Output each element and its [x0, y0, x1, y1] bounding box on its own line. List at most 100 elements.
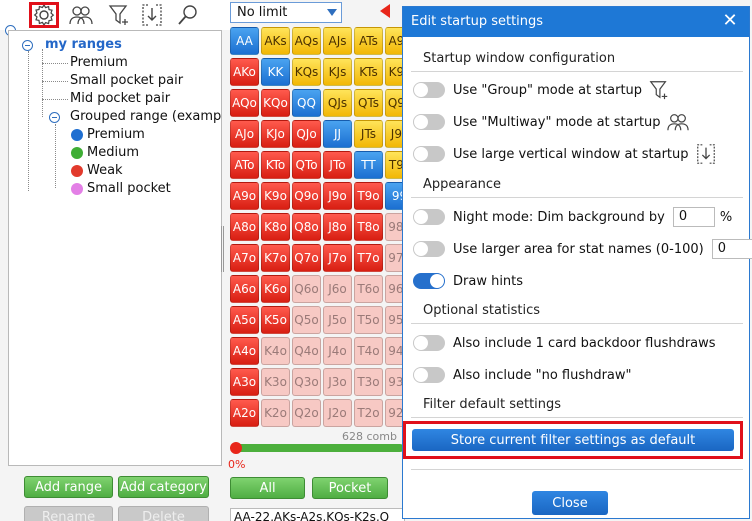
hand-cell[interactable]: Q2o	[292, 399, 321, 427]
group-filter-icon[interactable]	[104, 2, 134, 28]
hand-cell[interactable]: JTo	[323, 151, 352, 179]
multiway-mode-toggle[interactable]	[413, 114, 445, 130]
hand-cell[interactable]: A9o	[230, 182, 259, 210]
hand-cell[interactable]: A3o	[230, 368, 259, 396]
multiway-icon[interactable]	[66, 2, 96, 28]
tree-root-label[interactable]: my ranges	[45, 36, 122, 54]
tree-item-grouped-range[interactable]: Grouped range (example)	[70, 108, 221, 126]
hand-cell[interactable]: T3o	[354, 368, 383, 396]
option-group-mode[interactable]: Use "Group" mode at startup	[413, 80, 670, 100]
all-button[interactable]: All	[230, 477, 305, 499]
splitter-handle[interactable]	[221, 226, 224, 272]
hand-cell[interactable]: QTs	[354, 89, 383, 117]
tree-item-premium[interactable]: Premium	[70, 54, 128, 72]
hand-cell[interactable]: QJs	[323, 89, 352, 117]
hand-cell[interactable]: KTs	[354, 58, 383, 86]
hand-cell[interactable]: KTo	[261, 151, 290, 179]
hand-cell[interactable]: KJo	[261, 120, 290, 148]
add-range-button[interactable]: Add range	[24, 476, 113, 498]
hand-cell[interactable]: Q5o	[292, 306, 321, 334]
option-larger-area[interactable]: Use larger area for stat names (0-100) 0…	[413, 239, 752, 259]
hand-cell[interactable]: ATo	[230, 151, 259, 179]
hand-cell[interactable]: K5o	[261, 306, 290, 334]
hand-cell[interactable]: J8o	[323, 213, 352, 241]
hand-cell[interactable]: KJs	[323, 58, 352, 86]
grouped-toggle[interactable]	[49, 112, 60, 123]
back-arrow-icon[interactable]	[380, 4, 390, 18]
add-category-button[interactable]: Add category	[118, 476, 209, 498]
option-no-flushdraw[interactable]: Also include "no flushdraw"	[413, 365, 632, 385]
hand-cell[interactable]: AKo	[230, 58, 259, 86]
option-multiway-mode[interactable]: Use "Multiway" mode at startup	[413, 112, 689, 132]
range-progress-bar[interactable]	[234, 444, 404, 452]
hand-cell[interactable]: Q8o	[292, 213, 321, 241]
hand-cell[interactable]: JTs	[354, 120, 383, 148]
hand-cell[interactable]: J4o	[323, 337, 352, 365]
hand-cell[interactable]: A7o	[230, 244, 259, 272]
larger-area-input[interactable]: 0	[711, 239, 752, 259]
hand-cell[interactable]: K6o	[261, 275, 290, 303]
group-item-small-pocket[interactable]: Small pocket	[87, 180, 171, 198]
hand-cell[interactable]: KQo	[261, 89, 290, 117]
hand-cell[interactable]: KQs	[292, 58, 321, 86]
rename-button[interactable]: Rename	[24, 506, 113, 521]
hand-cell[interactable]: Q9o	[292, 182, 321, 210]
hand-cell[interactable]: AKs	[261, 27, 290, 55]
option-backdoor[interactable]: Also include 1 card backdoor flushdraws	[413, 333, 716, 353]
draw-hints-toggle[interactable]	[413, 273, 445, 289]
store-defaults-button[interactable]: Store current filter settings as default	[412, 429, 734, 451]
hand-cell[interactable]: QQ	[292, 89, 321, 117]
option-vertical-window[interactable]: Use large vertical window at startup	[413, 144, 717, 164]
pocket-button[interactable]: Pocket	[312, 477, 388, 499]
tree-item-small-pocket-pair[interactable]: Small pocket pair	[70, 72, 183, 90]
larger-area-toggle[interactable]	[413, 241, 445, 257]
hand-cell[interactable]: K3o	[261, 368, 290, 396]
hand-cell[interactable]: AJo	[230, 120, 259, 148]
tree-item-mid-pocket-pair[interactable]: Mid pocket pair	[70, 90, 170, 108]
hand-cell[interactable]: J2o	[323, 399, 352, 427]
hand-cell[interactable]: A4o	[230, 337, 259, 365]
group-item-premium[interactable]: Premium	[87, 126, 145, 144]
hand-cell[interactable]: Q7o	[292, 244, 321, 272]
hand-cell[interactable]: K2o	[261, 399, 290, 427]
hand-cell[interactable]: T7o	[354, 244, 383, 272]
hand-cell[interactable]: J9o	[323, 182, 352, 210]
option-draw-hints[interactable]: Draw hints	[413, 271, 523, 291]
search-icon[interactable]	[173, 2, 203, 28]
hand-cell[interactable]: T8o	[354, 213, 383, 241]
hand-cell[interactable]: Q3o	[292, 368, 321, 396]
hand-cell[interactable]: J3o	[323, 368, 352, 396]
group-mode-toggle[interactable]	[413, 82, 445, 98]
hand-cell[interactable]: J7o	[323, 244, 352, 272]
hand-cell[interactable]: QTo	[292, 151, 321, 179]
hand-cell[interactable]: A6o	[230, 275, 259, 303]
hand-cell[interactable]: T5o	[354, 306, 383, 334]
hand-cell[interactable]: AQo	[230, 89, 259, 117]
hand-cell[interactable]: ATs	[354, 27, 383, 55]
hand-cell[interactable]: A8o	[230, 213, 259, 241]
hand-cell[interactable]: K8o	[261, 213, 290, 241]
hand-cell[interactable]: JJ	[323, 120, 352, 148]
hand-cell[interactable]: Q4o	[292, 337, 321, 365]
no-flushdraw-toggle[interactable]	[413, 367, 445, 383]
hand-cell[interactable]: T2o	[354, 399, 383, 427]
limit-select[interactable]: No limit	[230, 2, 342, 23]
hand-cell[interactable]: AA	[230, 27, 259, 55]
hand-cell[interactable]: AQs	[292, 27, 321, 55]
group-item-medium[interactable]: Medium	[87, 144, 139, 162]
hand-cell[interactable]: K7o	[261, 244, 290, 272]
close-icon[interactable]: ✕	[721, 12, 739, 30]
hand-cell[interactable]: QJo	[292, 120, 321, 148]
backdoor-toggle[interactable]	[413, 335, 445, 351]
hand-cell[interactable]: Q6o	[292, 275, 321, 303]
vertical-window-toggle[interactable]	[413, 146, 445, 162]
option-night-mode[interactable]: Night mode: Dim background by 0 %	[413, 207, 732, 227]
hand-cell[interactable]: TT	[354, 151, 383, 179]
hand-cell[interactable]: T6o	[354, 275, 383, 303]
hand-cell[interactable]: J5o	[323, 306, 352, 334]
hand-cell[interactable]: T9o	[354, 182, 383, 210]
close-button[interactable]: Close	[532, 491, 608, 515]
hand-cell[interactable]: A5o	[230, 306, 259, 334]
root-toggle[interactable]	[22, 40, 33, 51]
hand-cell[interactable]: J6o	[323, 275, 352, 303]
